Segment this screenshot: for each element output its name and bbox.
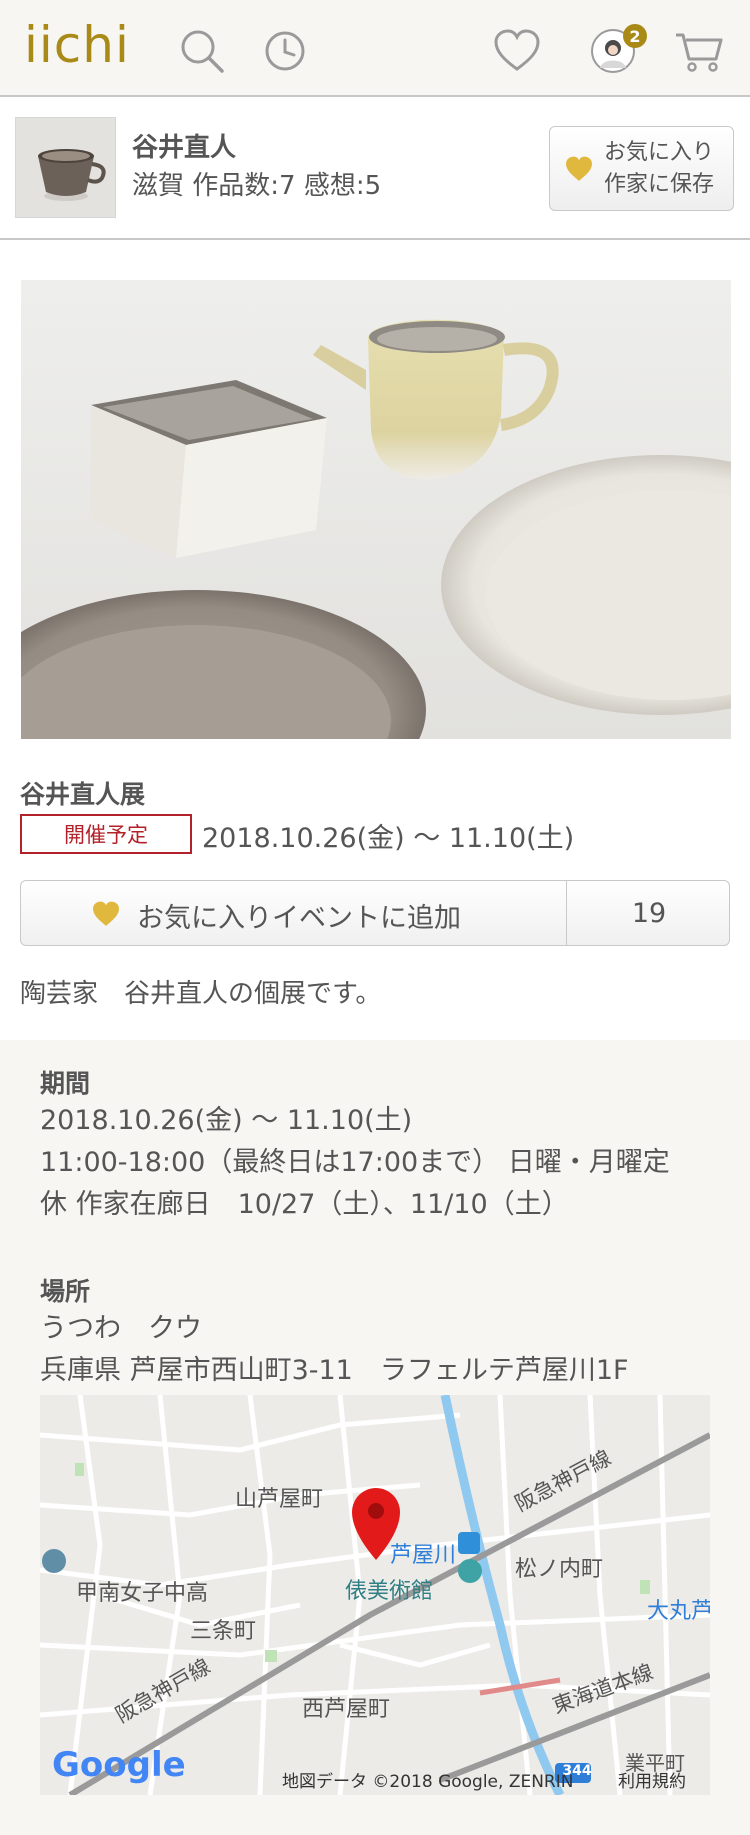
map-label-sanjo: 三条町 (190, 1619, 257, 1644)
favorite-count: 19 (566, 881, 731, 945)
save-artist-favorite-button[interactable]: お気に入り 作家に保存 (549, 126, 734, 211)
place-address: 兵庫県 芦屋市西山町3-11 ラフェルテ芦屋川1F (40, 1355, 629, 1386)
heart-filled-icon (93, 901, 119, 926)
save-artist-label-line2: 作家に保存 (604, 171, 715, 197)
map-attribution: 地図データ ©2018 Google, ZENRIN (282, 1772, 574, 1792)
iichi-logo[interactable]: iichi (24, 16, 130, 74)
artist-thumbnail-image[interactable] (15, 117, 116, 218)
heart-icon[interactable] (492, 26, 542, 76)
event-description: 陶芸家 谷井直人の個展です。 (20, 979, 382, 1009)
event-date: 2018.10.26(金) 〜 11.10(土) (202, 823, 575, 854)
history-icon[interactable] (260, 26, 310, 76)
map-label-yamaashiya: 山芦屋町 (235, 1487, 324, 1512)
map-label-konan-school: 甲南女子中高 (76, 1581, 209, 1606)
artist-bar: 谷井直人 滋賀 作品数:7 感想:5 お気に入り 作家に保存 (0, 99, 750, 240)
map-label-museum: 俵美術館 (345, 1579, 434, 1604)
map-label-daimaru: 大丸芦 (647, 1599, 710, 1624)
save-artist-label-line1: お気に入り (604, 139, 715, 165)
map-label-matsunouchi: 松ノ内町 (515, 1557, 604, 1582)
cart-count-badge: 2 (623, 24, 647, 48)
artist-meta: 滋賀 作品数:7 感想:5 (132, 171, 382, 201)
heart-filled-icon (566, 156, 592, 181)
search-icon[interactable] (177, 26, 227, 76)
period-line-3: 休 作家在廊日 10/27（土）、11/10（土） (40, 1189, 569, 1220)
artist-name[interactable]: 谷井直人 (132, 127, 236, 164)
period-heading: 期間 (40, 1069, 91, 1098)
event-hero-image (21, 280, 731, 739)
place-heading: 場所 (40, 1277, 91, 1306)
period-line-1: 2018.10.26(金) 〜 11.10(土) (40, 1105, 413, 1136)
add-favorite-event-button[interactable]: お気に入りイベントに追加 19 (20, 880, 730, 946)
cart-icon[interactable] (674, 26, 724, 76)
event-status-badge: 開催予定 (20, 814, 192, 854)
map-label-ashiyagawa-station: 芦屋川 (390, 1543, 457, 1568)
location-map[interactable]: 山芦屋町 阪急神戸線 芦屋川 松ノ内町 甲南女子中高 俵美術館 三条町 大丸芦 … (40, 1395, 710, 1795)
top-navigation-bar: iichi 2 (0, 0, 750, 97)
add-favorite-event-label: お気に入りイベントに追加 (137, 903, 461, 934)
event-title: 谷井直人展 (20, 780, 146, 809)
map-label-nishiashiya: 西芦屋町 (302, 1697, 391, 1722)
map-terms-link[interactable]: 利用規約 (618, 1767, 686, 1792)
google-logo: Google (52, 1745, 186, 1785)
place-name: うつわ クウ (40, 1313, 202, 1344)
period-line-2: 11:00-18:00（最終日は17:00まで） 日曜・月曜定 (40, 1147, 670, 1178)
